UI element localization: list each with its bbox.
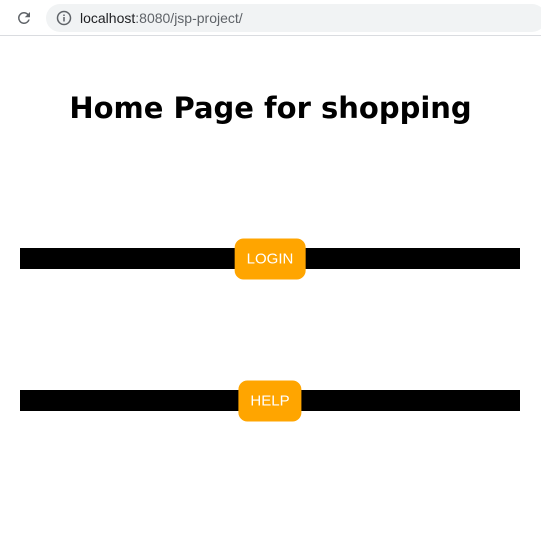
reload-icon	[18, 11, 30, 24]
browser-toolbar: localhost:8080/jsp-project/	[0, 0, 541, 36]
reload-button[interactable]	[13, 7, 35, 29]
url-host: localhost	[80, 10, 136, 26]
help-button[interactable]: HELP	[238, 380, 302, 421]
login-nav-bar: LOGIN	[20, 238, 520, 279]
help-nav-bar: HELP	[20, 380, 520, 421]
page-title: Home Page for shopping	[69, 91, 472, 125]
url-text: localhost:8080/jsp-project/	[80, 9, 243, 27]
address-bar[interactable]: localhost:8080/jsp-project/	[46, 4, 541, 32]
info-icon[interactable]	[56, 10, 72, 26]
url-path: :8080/jsp-project/	[135, 10, 243, 26]
login-button[interactable]: LOGIN	[234, 238, 306, 279]
